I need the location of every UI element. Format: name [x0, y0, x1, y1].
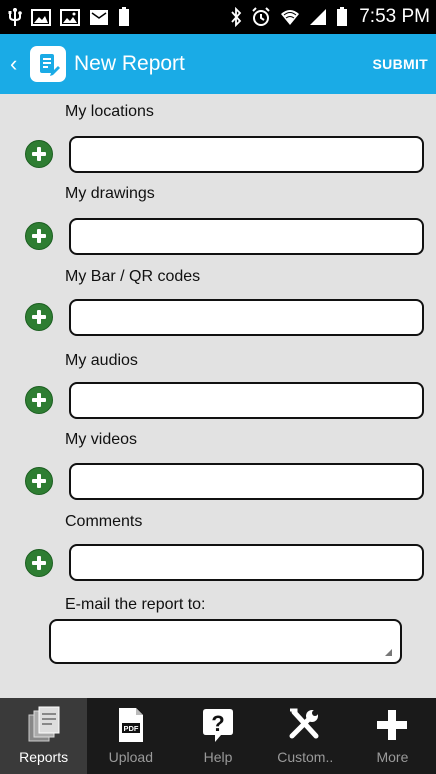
- report-app-icon[interactable]: [30, 46, 66, 82]
- action-bar: ‹ New Report SUBMIT: [0, 34, 436, 94]
- nav-custom[interactable]: Custom..: [262, 698, 349, 774]
- add-audio-button[interactable]: [25, 386, 53, 414]
- videos-field[interactable]: [69, 463, 424, 500]
- status-bar: 7:53 PM: [0, 0, 436, 34]
- nav-reports[interactable]: Reports: [0, 698, 88, 774]
- resize-grip-icon[interactable]: [385, 649, 392, 656]
- add-drawing-button[interactable]: [25, 222, 53, 250]
- battery-icon: [336, 7, 348, 27]
- battery-full-icon: [118, 7, 130, 27]
- usb-icon: [8, 7, 22, 27]
- audios-field[interactable]: [69, 382, 424, 419]
- nav-upload[interactable]: PDF Upload: [87, 698, 174, 774]
- nav-more[interactable]: More: [349, 698, 436, 774]
- pdf-upload-icon: PDF: [116, 704, 146, 746]
- add-video-button[interactable]: [25, 467, 53, 495]
- wifi-icon: [280, 7, 300, 27]
- barcodes-label: My Bar / QR codes: [65, 268, 201, 285]
- videos-label: My videos: [65, 431, 138, 448]
- bottom-nav: Reports PDF Upload ? Help Custom.. More: [0, 698, 436, 774]
- add-location-button[interactable]: [25, 140, 53, 168]
- signal-icon: [309, 8, 327, 26]
- back-chevron-icon[interactable]: ‹: [10, 53, 26, 75]
- plus-icon: [375, 704, 409, 746]
- status-right-icons: 7:53 PM: [230, 6, 430, 28]
- locations-label: My locations: [65, 103, 154, 120]
- message-icon: [89, 9, 109, 26]
- gallery-icon: [60, 8, 80, 26]
- reports-icon: [27, 704, 61, 746]
- barcodes-field[interactable]: [69, 299, 424, 336]
- svg-text:PDF: PDF: [123, 724, 138, 733]
- email-label: E-mail the report to:: [65, 596, 206, 613]
- nav-help-label: Help: [203, 749, 233, 765]
- comments-field[interactable]: [69, 544, 424, 581]
- submit-button[interactable]: SUBMIT: [365, 50, 428, 78]
- add-barcode-button[interactable]: [25, 303, 53, 331]
- drawings-field[interactable]: [69, 218, 424, 255]
- tools-icon: [286, 704, 324, 746]
- svg-text:?: ?: [211, 711, 224, 736]
- image-icon: [31, 8, 51, 26]
- nav-help[interactable]: ? Help: [174, 698, 261, 774]
- email-input[interactable]: [49, 619, 402, 664]
- status-time: 7:53 PM: [359, 6, 430, 27]
- comments-label: Comments: [65, 513, 143, 530]
- nav-reports-label: Reports: [19, 749, 69, 765]
- nav-upload-label: Upload: [108, 749, 153, 765]
- nav-custom-label: Custom..: [277, 749, 334, 765]
- bluetooth-icon: [230, 7, 242, 27]
- alarm-icon: [251, 7, 271, 27]
- locations-field[interactable]: [69, 136, 424, 173]
- help-icon: ?: [201, 704, 235, 746]
- drawings-label: My drawings: [65, 185, 155, 202]
- page-title: New Report: [74, 52, 185, 75]
- add-comment-button[interactable]: [25, 549, 53, 577]
- nav-more-label: More: [376, 749, 409, 765]
- status-left-icons: [8, 7, 130, 27]
- audios-label: My audios: [65, 352, 138, 369]
